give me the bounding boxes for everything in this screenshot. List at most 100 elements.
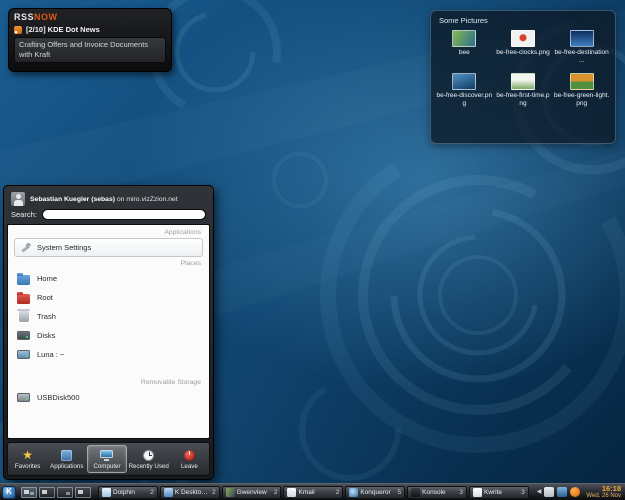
kickoff-menu: Sebastian Kuegler (sebas) on miro.vizZzi… — [3, 185, 214, 480]
tray-expander-icon[interactable]: ◀ — [537, 489, 542, 495]
task-label: Kmail — [298, 489, 333, 496]
task-konqueror[interactable]: Konqueror 5 — [345, 486, 405, 499]
tab-applications[interactable]: Applications — [48, 445, 85, 473]
section-label-applications: Applications — [8, 226, 209, 238]
task-count: 3 — [521, 489, 525, 496]
file-item-discover[interactable]: be-free-discover.png — [435, 71, 494, 111]
tab-favorites[interactable]: ★ Favorites — [9, 445, 46, 473]
system-tray: ◀ — [537, 487, 581, 497]
network-drive-icon — [17, 350, 30, 359]
menu-item-home[interactable]: Home — [8, 269, 209, 288]
task-konsole[interactable]: Konsole 3 — [407, 486, 467, 499]
image-thumbnail — [511, 73, 535, 90]
star-icon: ★ — [22, 449, 33, 462]
trash-icon — [19, 311, 29, 322]
pager-desktop-1[interactable] — [21, 487, 37, 498]
task-count: 2 — [150, 489, 154, 496]
menu-item-label: Luna : ~ — [37, 350, 64, 359]
tab-recently-used[interactable]: Recently Used — [129, 445, 169, 473]
task-kmail[interactable]: Kmail 2 — [283, 486, 343, 499]
image-thumbnail — [511, 30, 535, 47]
home-folder-icon — [17, 275, 30, 285]
pager-desktop-4[interactable] — [75, 487, 91, 498]
taskbar-panel: K Dolphin 2 K Desktop En 2 Gwenview 2 — [0, 483, 625, 500]
menu-item-trash[interactable]: Trash — [8, 307, 209, 326]
usb-drive-icon — [17, 393, 30, 402]
clock-date: Wed. 26 Nov — [586, 493, 621, 499]
desktop-icon — [164, 488, 173, 497]
user-line: Sebastian Kuegler (sebas) on miro.vizZzi… — [30, 196, 178, 203]
menu-item-disks[interactable]: Disks — [8, 326, 209, 345]
image-thumbnail — [570, 30, 594, 47]
tab-label: Computer — [93, 463, 120, 470]
applications-icon — [61, 450, 72, 461]
task-count: 3 — [459, 489, 463, 496]
folder-view-widget: Some Pictures bee be-free-clocks.png be-… — [430, 10, 616, 144]
task-kwrite[interactable]: Kwrite 3 — [469, 486, 529, 499]
file-item-green-light[interactable]: be-free-green-light.png — [552, 71, 611, 111]
tab-label: Favorites — [15, 463, 40, 470]
tab-label: Applications — [50, 463, 83, 470]
task-dolphin[interactable]: Dolphin 2 — [98, 486, 158, 499]
file-label: be-free-discover.png — [436, 92, 492, 109]
menu-item-usbdisk500[interactable]: USBDisk500 — [8, 388, 209, 407]
kmenu-button[interactable]: K — [2, 486, 16, 499]
desktop: RSSNOW [2/10] KDE Dot News Crafting Offe… — [0, 0, 625, 500]
kde-logo-icon: K — [6, 488, 12, 496]
kickoff-body: Applications System Settings Places Home… — [7, 224, 210, 439]
task-label: Dolphin — [113, 489, 148, 496]
file-item-clocks[interactable]: be-free-clocks.png — [494, 28, 553, 68]
menu-item-label: Root — [37, 293, 53, 302]
tab-label: Recently Used — [129, 463, 169, 470]
menu-item-root[interactable]: Root — [8, 288, 209, 307]
file-label: be-free-first-time.png — [495, 92, 551, 109]
search-label: Search: — [11, 210, 37, 219]
task-list: Dolphin 2 K Desktop En 2 Gwenview 2 Kmai… — [98, 486, 529, 499]
klipper-icon[interactable] — [544, 487, 554, 497]
menu-item-luna[interactable]: Luna : ~ — [8, 345, 209, 364]
file-item-destination[interactable]: be-free-destination ... — [552, 28, 611, 68]
konsole-icon — [411, 488, 420, 497]
menu-item-label: USBDisk500 — [37, 393, 80, 402]
task-label: Konqueror — [360, 489, 395, 496]
folder-view-grid: bee be-free-clocks.png be-free-destinati… — [435, 28, 611, 111]
root-folder-icon — [17, 294, 30, 304]
dolphin-icon — [102, 488, 111, 497]
menu-item-system-settings[interactable]: System Settings — [14, 238, 203, 257]
task-gwenview[interactable]: Gwenview 2 — [222, 486, 282, 499]
kickoff-header: Sebastian Kuegler (sebas) on miro.vizZzi… — [7, 189, 210, 209]
image-thumbnail — [570, 73, 594, 90]
clock-time: 16:18 — [602, 485, 621, 493]
user-avatar-icon — [11, 192, 25, 206]
file-item-first-time[interactable]: be-free-first-time.png — [494, 71, 553, 111]
kickoff-tabstrip: ★ Favorites Applications Computer Recent… — [7, 442, 210, 476]
menu-item-label: Disks — [37, 331, 55, 340]
menu-item-label: Home — [37, 274, 57, 283]
search-input[interactable] — [42, 209, 206, 220]
clock-icon — [143, 450, 154, 461]
rssnow-widget: RSSNOW [2/10] KDE Dot News Crafting Offe… — [8, 8, 172, 72]
rssnow-logo-now: NOW — [34, 12, 58, 22]
task-kdesktop[interactable]: K Desktop En 2 — [160, 486, 220, 499]
user-name: Sebastian Kuegler (sebas) — [30, 196, 115, 203]
computer-icon — [100, 450, 113, 461]
tab-label: Leave — [181, 463, 198, 470]
task-count: 5 — [398, 489, 402, 496]
file-label: be-free-destination ... — [554, 49, 610, 66]
pager-desktop-2[interactable] — [39, 487, 55, 498]
rss-feed-row[interactable]: [2/10] KDE Dot News — [14, 25, 166, 34]
network-icon[interactable] — [557, 487, 567, 497]
task-label: Konsole — [422, 489, 457, 496]
rss-feed-title: [2/10] KDE Dot News — [26, 25, 100, 34]
task-label: K Desktop En — [175, 489, 210, 496]
file-label: be-free-clocks.png — [496, 49, 549, 57]
notifier-icon[interactable] — [570, 487, 580, 497]
user-host: on miro.vizZzion.net — [117, 196, 178, 203]
rss-headline[interactable]: Crafting Offers and Invoice Documents wi… — [14, 37, 166, 63]
tab-computer[interactable]: Computer — [87, 445, 126, 473]
task-count: 2 — [212, 489, 216, 496]
pager-desktop-3[interactable] — [57, 487, 73, 498]
file-item-bee[interactable]: bee — [435, 28, 494, 68]
tab-leave[interactable]: Leave — [171, 445, 208, 473]
digital-clock[interactable]: 16:18 Wed. 26 Nov — [586, 485, 621, 500]
